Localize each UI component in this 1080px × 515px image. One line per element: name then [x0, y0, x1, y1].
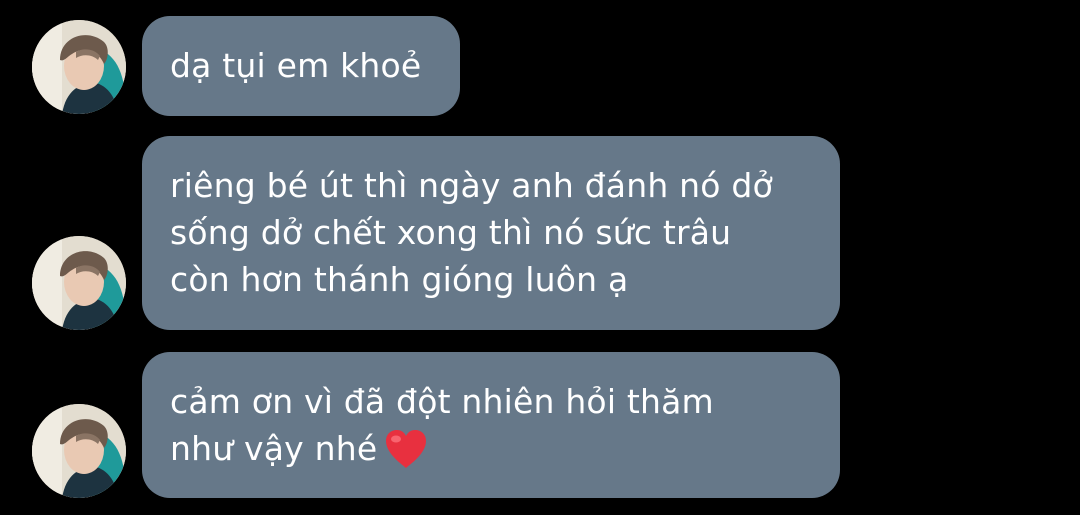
sender-avatar[interactable]	[32, 20, 126, 114]
message-text: sống dở chết xong thì nó sức trâu	[170, 213, 732, 252]
message-text: như vậy nhé	[170, 429, 378, 468]
message-bubble[interactable]: cảm ơn vì đã đột nhiên hỏi thăm như vậy …	[142, 352, 840, 498]
sender-avatar[interactable]	[32, 404, 126, 498]
chat-thread: dạ tụi em khoẻ riêng bé út thì ngày anh …	[0, 0, 1080, 515]
message-text-with-emoji: như vậy nhé	[170, 425, 812, 472]
message-bubble[interactable]: riêng bé út thì ngày anh đánh nó dở sống…	[142, 136, 840, 330]
message-text: dạ tụi em khoẻ	[170, 46, 422, 85]
message-text: cảm ơn vì đã đột nhiên hỏi thăm	[170, 382, 714, 421]
message-text: còn hơn thánh gióng luôn ạ	[170, 260, 629, 299]
heart-icon	[386, 430, 427, 468]
sender-avatar[interactable]	[32, 236, 126, 330]
message-bubble[interactable]: dạ tụi em khoẻ	[142, 16, 460, 116]
message-text: riêng bé út thì ngày anh đánh nó dở	[170, 166, 773, 205]
